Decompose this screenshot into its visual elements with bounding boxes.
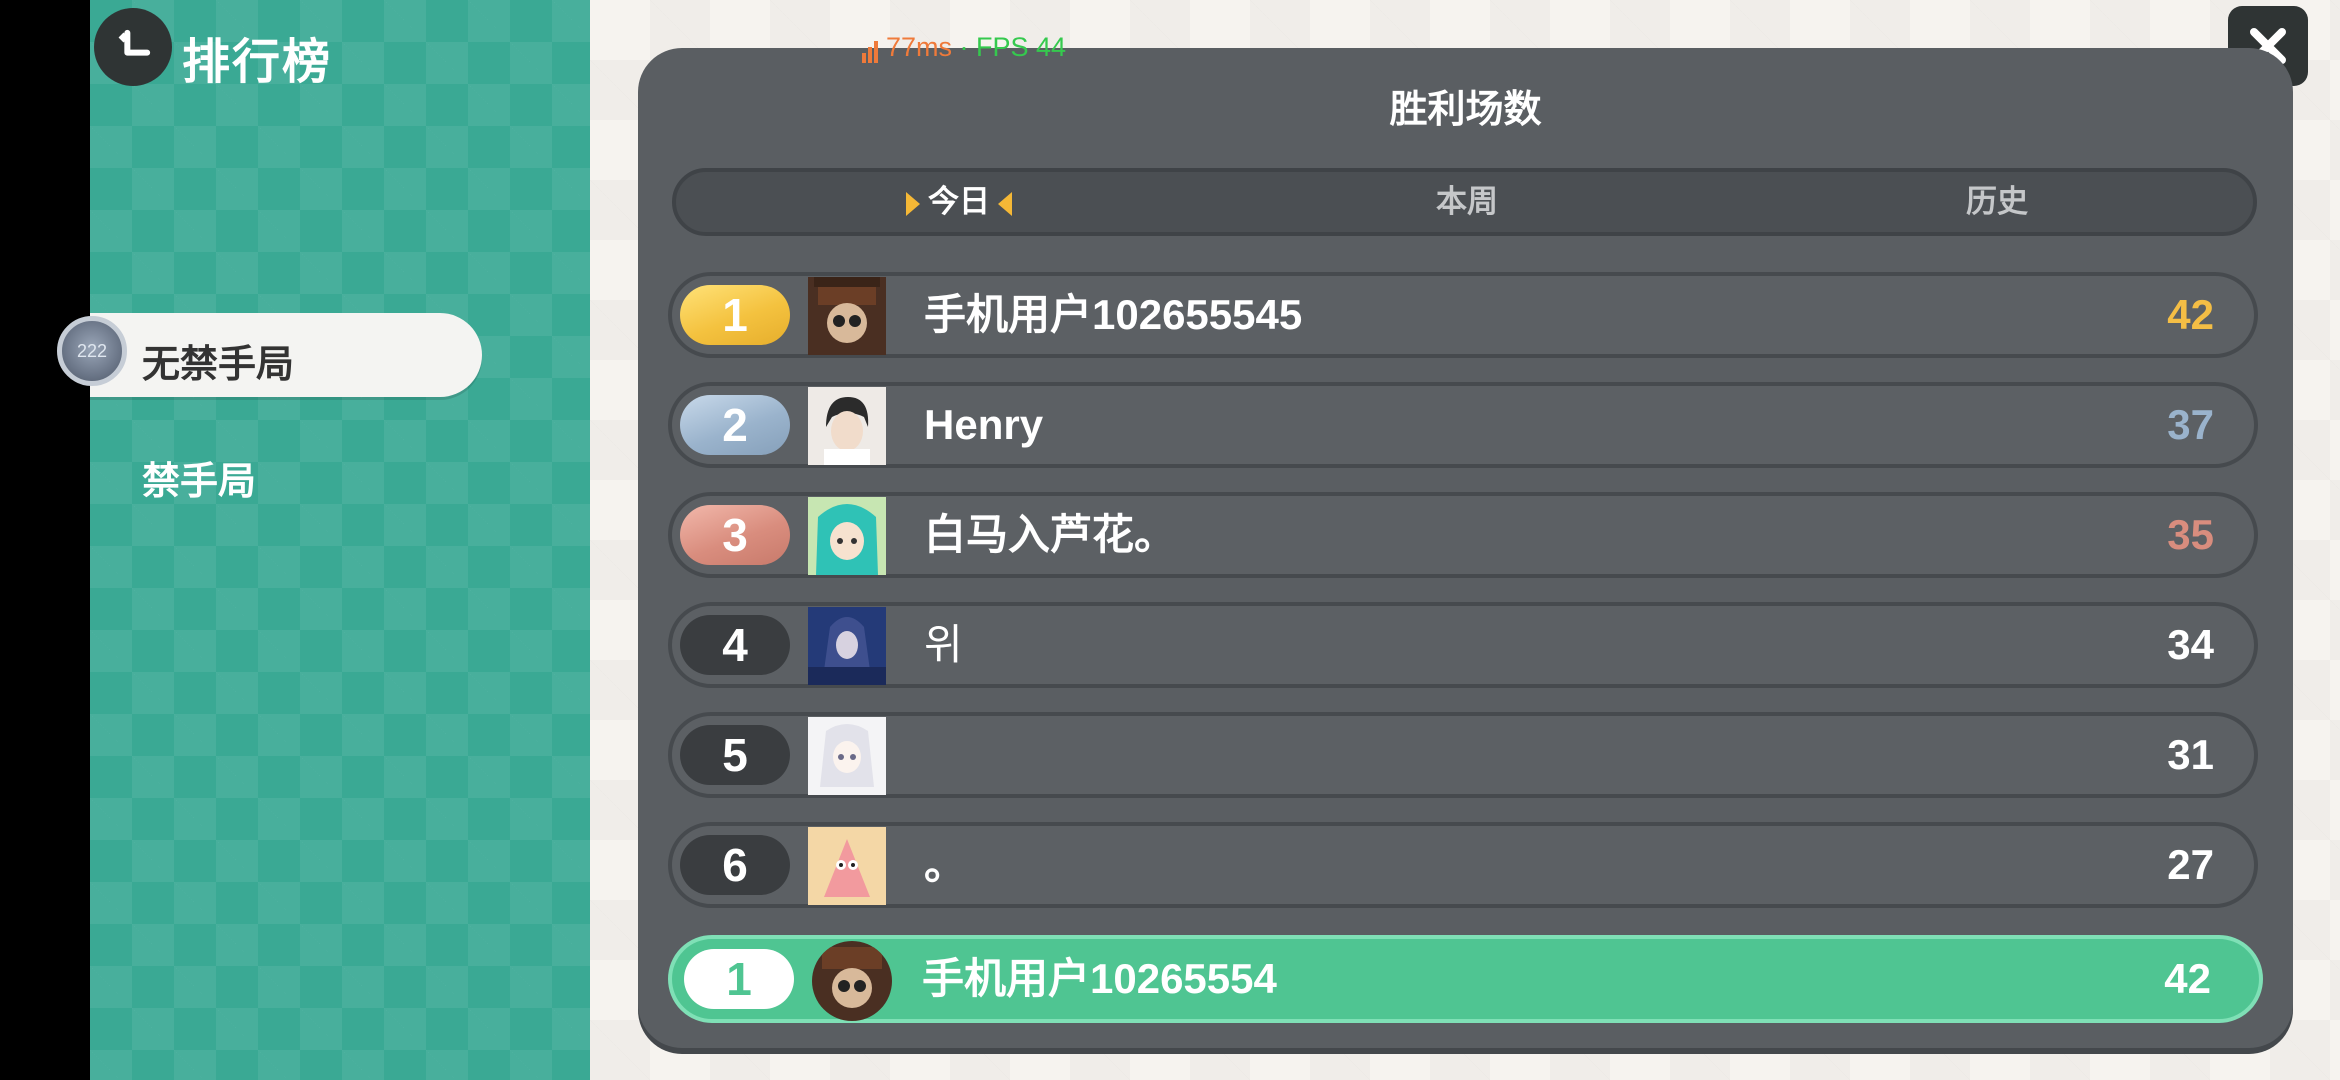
tab-label: 今日 xyxy=(928,184,990,219)
my-rank-row[interactable]: 1 手机用户10265554 42 xyxy=(668,935,2263,1023)
player-avatar xyxy=(808,827,886,905)
table-row[interactable]: 3 白马入芦花。 35 xyxy=(668,492,2258,578)
player-avatar xyxy=(808,607,886,685)
player-score: 35 xyxy=(2167,511,2214,558)
table-row[interactable]: 1 手机用户102655545 42 xyxy=(668,272,2258,358)
rank-badge: 3 xyxy=(680,505,790,565)
perf-separator: · xyxy=(952,32,977,62)
period-tabs: 今日 本周 历史 xyxy=(672,168,2257,236)
arrow-right-icon xyxy=(906,191,920,216)
rank-badge: 2 xyxy=(680,395,790,455)
table-row[interactable]: 2 Henry 37 xyxy=(668,382,2258,468)
signal-icon xyxy=(862,32,880,63)
my-avatar xyxy=(812,941,892,1021)
rank-badge: 5 xyxy=(680,725,790,785)
player-score: 42 xyxy=(2164,955,2211,1002)
sidebar-item-label: 无禁手局 xyxy=(142,344,295,386)
player-name: 手机用户102655545 xyxy=(924,291,1303,338)
back-button[interactable] xyxy=(94,8,172,86)
fps-text: FPS 44 xyxy=(976,32,1067,62)
panel-title: 胜利场数 xyxy=(1389,89,1542,131)
rank-badge: 4 xyxy=(680,615,790,675)
table-row[interactable]: 4 위 34 xyxy=(668,602,2258,688)
player-avatar xyxy=(808,717,886,795)
avatar-text: 222 xyxy=(76,340,108,361)
player-name: 。 xyxy=(924,841,967,888)
arrow-left-icon xyxy=(998,191,1012,216)
player-name: 手机用户10265554 xyxy=(922,955,1277,1002)
player-name: 白马入芦花。 xyxy=(924,511,1177,558)
perf-overlay: 77ms · FPS 44 xyxy=(862,32,1066,63)
avatar: 222 xyxy=(57,316,127,386)
rank-badge: 1 xyxy=(684,949,794,1009)
player-score: 42 xyxy=(2167,291,2214,338)
latency-text: 77ms xyxy=(886,32,953,62)
sidebar-item-restricted[interactable]: 禁手局 xyxy=(142,450,256,505)
sidebar-item-no-restriction[interactable]: 无禁手局 xyxy=(90,313,482,397)
player-avatar xyxy=(808,387,886,465)
player-score: 27 xyxy=(2167,841,2214,888)
page-title: 排行榜 xyxy=(182,36,333,89)
table-row[interactable]: 5 31 xyxy=(668,712,2258,798)
screen-edge xyxy=(0,0,90,1080)
player-name: Henry xyxy=(924,401,1044,448)
rank-badge: 1 xyxy=(680,285,790,345)
sidebar xyxy=(90,0,590,1080)
player-score: 37 xyxy=(2167,401,2214,448)
tab-week[interactable]: 本周 xyxy=(1436,172,1498,232)
back-arrow-icon xyxy=(118,29,151,56)
leaderboard-panel: 胜利场数 今日 本周 历史 1 手机用户102655545 42 2 Henry… xyxy=(638,48,2293,1048)
tab-today[interactable]: 今日 xyxy=(906,172,1012,232)
player-score: 31 xyxy=(2167,731,2214,778)
player-score: 34 xyxy=(2167,621,2214,668)
player-avatar xyxy=(808,277,886,355)
table-row[interactable]: 6 。 27 xyxy=(668,822,2258,908)
player-avatar xyxy=(808,497,886,575)
player-name: 위 xyxy=(924,621,963,668)
tab-history[interactable]: 历史 xyxy=(1966,172,2028,232)
rank-badge: 6 xyxy=(680,835,790,895)
